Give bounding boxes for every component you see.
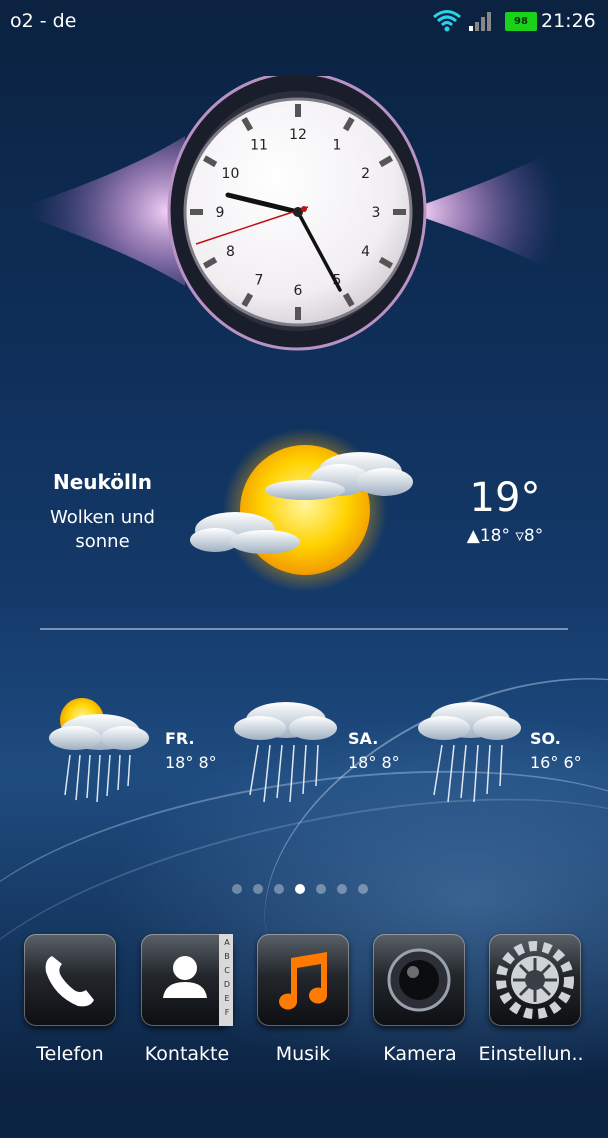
phone-icon [45,956,94,1007]
camera-icon [387,948,451,1012]
weather-description: Wolken und sonne [20,506,185,554]
phone-app-icon[interactable] [24,934,116,1026]
cloud-rain-icon [418,702,521,803]
weather-city[interactable]: Neukölln [20,470,185,494]
wifi-icon [433,10,461,32]
contacts-index-letter: D [223,980,231,989]
sun-cloud-icon[interactable] [185,420,425,590]
camera-app-icon[interactable] [373,934,465,1026]
page-dot[interactable] [253,884,263,894]
contacts-index-letter: A [224,938,230,947]
forecast-temps: 18° 8° [348,753,400,772]
contacts-app-icon[interactable]: ABCDEF [141,934,233,1026]
contacts-icon [163,934,233,1026]
dock-label-kamera[interactable]: Kamera [361,1043,479,1065]
status-bar: o2 - de 98 21:26 [0,0,608,44]
clock-numeral: 12 [289,127,307,143]
clock-numeral: 4 [361,244,370,260]
page-dot[interactable] [337,884,347,894]
dock-label-telefon[interactable]: Telefon [11,1043,129,1065]
weather-description-line2: sonne [75,531,130,552]
clock-numeral: 1 [333,137,342,153]
settings-gear-icon [496,941,574,1019]
settings-app-icon[interactable] [489,934,581,1026]
dock-label-kontakte[interactable]: Kontakte [128,1043,246,1065]
clock-numeral: 11 [250,137,268,153]
status-time: 21:26 [541,10,596,32]
clock-face: 121234567891011 [183,97,413,327]
forecast-day: SO. [530,729,561,748]
contacts-index-letter: B [224,952,230,961]
contacts-index: ABCDEF [221,936,233,1020]
forecast-day: SA. [348,729,379,748]
clock-numeral: 8 [226,244,235,260]
battery-icon: 98 [505,12,537,31]
dock-label-musik[interactable]: Musik [244,1043,362,1065]
contacts-index-letter: F [224,1008,230,1017]
sun-cloud-rain-icon [49,698,149,803]
clock-numeral: 7 [255,273,264,289]
current-temperature: 19° [469,475,541,521]
page-dot[interactable] [232,884,242,894]
clock-numeral: 9 [216,205,225,221]
clock-numeral: 3 [372,205,381,221]
dock-label-einstellungen[interactable]: Einstellun.. [472,1043,590,1065]
analog-clock-widget[interactable]: 12 1 2 3 4 5 6 7 8 9 10 11 [10,71,580,356]
weather-divider [40,628,568,630]
clock-numeral: 10 [222,166,240,182]
page-dot[interactable] [274,884,284,894]
clock-numeral: 6 [294,283,303,299]
clock-numeral: 2 [361,166,370,182]
music-note-icon [279,952,327,1010]
page-dot[interactable] [358,884,368,894]
contacts-index-letter: E [224,994,230,1003]
carrier-name: o2 - de [10,10,77,32]
forecast-temps: 18° 8° [165,753,217,772]
forecast-temps: 16° 6° [530,753,582,772]
page-dot[interactable] [316,884,326,894]
music-app-icon[interactable] [257,934,349,1026]
page-dot[interactable] [295,884,305,894]
cloud-rain-icon [234,702,337,803]
forecast-day: FR. [165,729,195,748]
signal-strength-icon [469,12,491,31]
weather-description-line1: Wolken und [50,507,155,528]
temperature-min-max: ▲18° ▿8° [466,526,544,546]
contacts-index-letter: C [224,966,230,975]
